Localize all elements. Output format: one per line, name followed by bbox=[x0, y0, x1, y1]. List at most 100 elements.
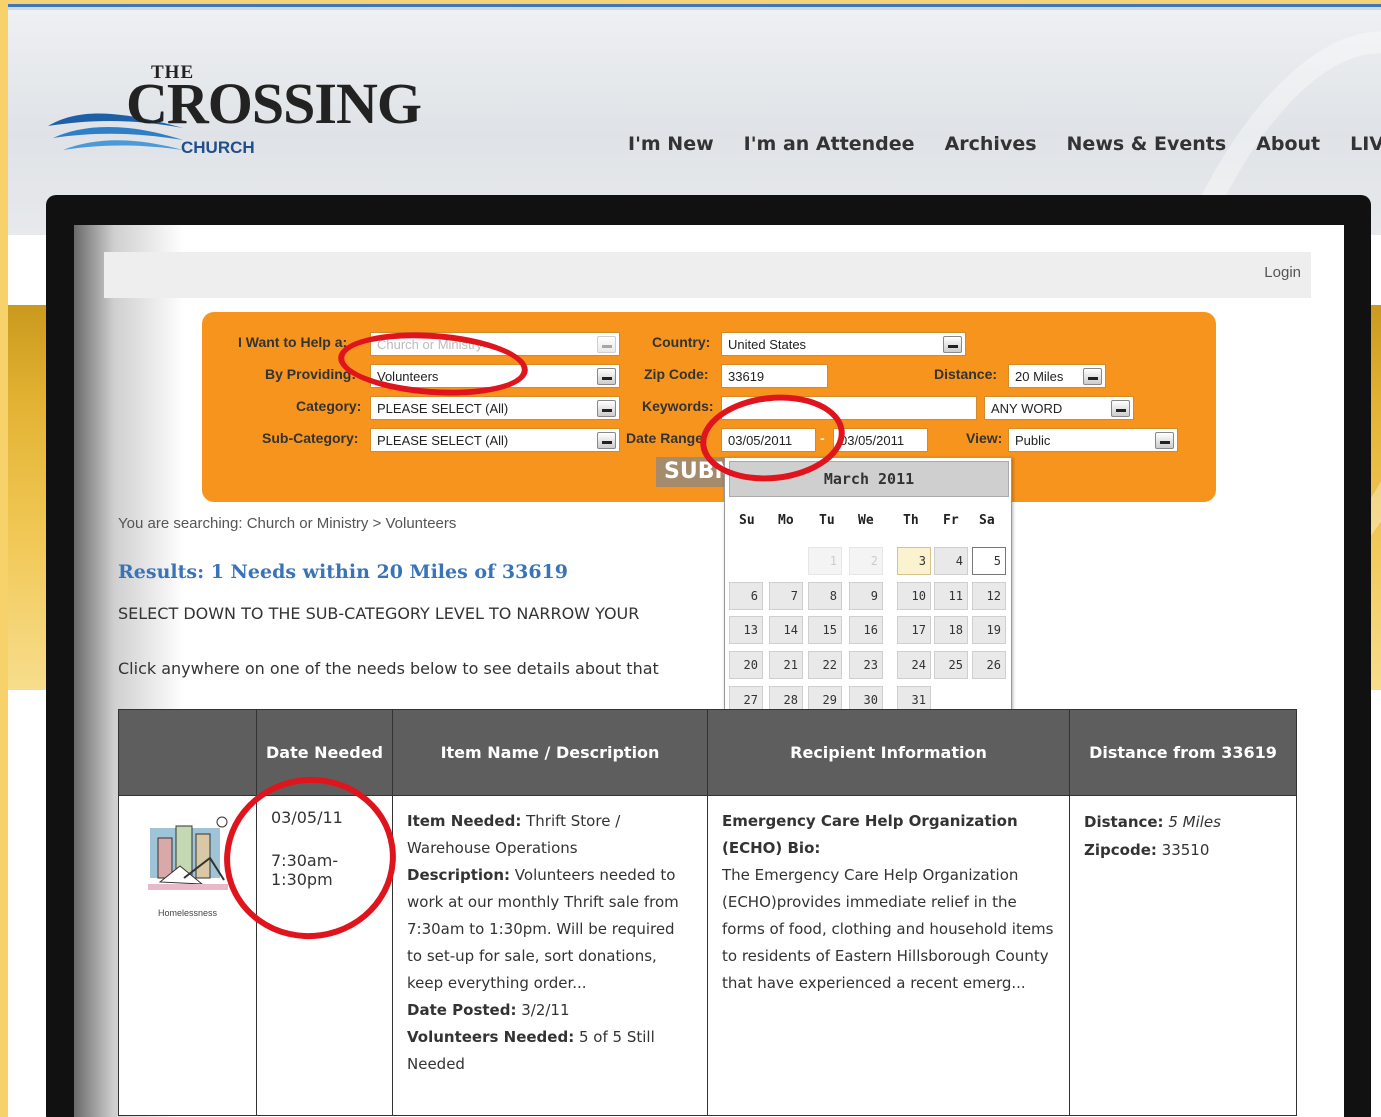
zipcode-label: Zipcode: bbox=[1084, 841, 1157, 859]
login-link[interactable]: Login bbox=[1264, 264, 1301, 281]
top-border bbox=[8, 0, 1381, 10]
narrow-instruction: SELECT DOWN TO THE SUB-CATEGORY LEVEL TO… bbox=[118, 604, 640, 623]
calendar-dow: We bbox=[858, 513, 874, 528]
item-cell[interactable]: Item Needed: Thrift Store / Warehouse Op… bbox=[392, 795, 708, 1116]
col-item: Item Name / Description bbox=[392, 709, 708, 796]
view-select[interactable]: Public bbox=[1008, 428, 1178, 452]
calendar-day[interactable]: 20 bbox=[729, 651, 763, 679]
calendar-day[interactable]: 17 bbox=[897, 616, 931, 644]
country-select[interactable]: United States bbox=[721, 332, 966, 356]
nav-about[interactable]: About bbox=[1256, 133, 1320, 155]
click-instruction: Click anywhere on one of the needs below… bbox=[118, 659, 659, 678]
calendar-day[interactable]: 22 bbox=[808, 651, 842, 679]
logo-church: CHURCH bbox=[181, 138, 255, 157]
col-image bbox=[118, 709, 257, 796]
description-value: Volunteers needed to work at our monthly… bbox=[407, 866, 679, 992]
keyword-mode-select[interactable]: ANY WORD bbox=[984, 396, 1134, 420]
subcategory-label: Sub-Category: bbox=[262, 430, 359, 446]
main-nav: I'm New I'm an Attendee Archives News & … bbox=[628, 133, 1381, 155]
description-label: Description: bbox=[407, 866, 511, 884]
calendar-dow: Sa bbox=[979, 513, 995, 528]
calendar-day[interactable]: 26 bbox=[972, 651, 1006, 679]
calendar-day[interactable]: 19 bbox=[972, 616, 1006, 644]
chevron-down-icon bbox=[597, 432, 616, 449]
country-value: United States bbox=[728, 337, 807, 352]
calendar-day[interactable]: 8 bbox=[808, 582, 842, 610]
distance-value: 20 Miles bbox=[1015, 369, 1064, 384]
subcategory-select[interactable]: PLEASE SELECT (All) bbox=[370, 428, 620, 452]
date-to-value: 03/05/2011 bbox=[840, 433, 905, 448]
calendar-dow: Fr bbox=[943, 513, 959, 528]
nav-attendee[interactable]: I'm an Attendee bbox=[744, 133, 915, 155]
calendar-day[interactable]: 21 bbox=[769, 651, 803, 679]
breadcrumb: You are searching: Church or Ministry > … bbox=[118, 515, 457, 532]
calendar-dow: Su bbox=[739, 513, 755, 528]
posted-value: 3/2/11 bbox=[521, 1001, 570, 1019]
category-label: Category: bbox=[296, 398, 362, 414]
calendar-day[interactable]: 10 bbox=[897, 582, 931, 610]
view-label: View: bbox=[966, 430, 1003, 446]
category-select[interactable]: PLEASE SELECT (All) bbox=[370, 396, 620, 420]
subcategory-value: PLEASE SELECT (All) bbox=[377, 433, 509, 448]
left-edge-bar bbox=[0, 0, 8, 1117]
login-bar: Login bbox=[104, 252, 1311, 298]
chevron-down-icon bbox=[1155, 432, 1174, 449]
calendar-day[interactable]: 23 bbox=[849, 651, 883, 679]
calendar-day[interactable]: 25 bbox=[934, 651, 968, 679]
calendar-day[interactable]: 1 bbox=[808, 547, 842, 575]
keywords-label: Keywords: bbox=[642, 398, 714, 414]
daterange-label: Date Range: bbox=[626, 430, 708, 446]
col-recipient: Recipient Information bbox=[707, 709, 1070, 796]
nav-live[interactable]: LIVE bbox=[1350, 133, 1381, 155]
calendar-day[interactable]: 3 bbox=[897, 547, 931, 575]
calendar-day[interactable]: 2 bbox=[849, 547, 883, 575]
item-label: Item Needed: bbox=[407, 812, 522, 830]
calendar-day[interactable]: 24 bbox=[897, 651, 931, 679]
volunteers-label: Volunteers Needed: bbox=[407, 1028, 575, 1046]
col-distance: Distance from 33619 bbox=[1069, 709, 1297, 796]
nav-archives[interactable]: Archives bbox=[945, 133, 1037, 155]
calendar-dow: Tu bbox=[819, 513, 835, 528]
posted-label: Date Posted: bbox=[407, 1001, 517, 1019]
calendar-dow: Mo bbox=[778, 513, 794, 528]
chevron-down-icon bbox=[1083, 368, 1102, 385]
calendar-day[interactable]: 6 bbox=[729, 582, 763, 610]
results-title: Results: 1 Needs within 20 Miles of 3361… bbox=[118, 561, 568, 583]
calendar-day[interactable]: 9 bbox=[849, 582, 883, 610]
calendar-day[interactable]: 16 bbox=[849, 616, 883, 644]
category-label: Homelessness bbox=[157, 908, 218, 918]
chevron-down-icon bbox=[943, 336, 962, 353]
recipient-cell[interactable]: Emergency Care Help Organization (ECHO) … bbox=[707, 795, 1070, 1116]
calendar-day[interactable]: 15 bbox=[808, 616, 842, 644]
org-name: Emergency Care Help Organization (ECHO) … bbox=[722, 812, 1018, 857]
zip-input[interactable]: 33619 bbox=[721, 364, 828, 388]
nav-im-new[interactable]: I'm New bbox=[628, 133, 714, 155]
calendar-day[interactable]: 14 bbox=[769, 616, 803, 644]
date-to-input[interactable]: 03/05/2011 bbox=[833, 428, 928, 452]
calendar-day[interactable]: 18 bbox=[934, 616, 968, 644]
calendar-day[interactable]: 4 bbox=[934, 547, 968, 575]
calendar-day[interactable]: 5 bbox=[972, 547, 1006, 575]
calendar-day[interactable]: 12 bbox=[972, 582, 1006, 610]
calendar-day[interactable]: 13 bbox=[729, 616, 763, 644]
calendar-dow: Th bbox=[903, 513, 919, 528]
chevron-down-icon bbox=[597, 336, 616, 353]
distance-label: Distance: bbox=[934, 366, 998, 382]
zip-label: Zip Code: bbox=[644, 366, 709, 382]
chevron-down-icon bbox=[1111, 400, 1130, 417]
distance-value: 5 Miles bbox=[1168, 813, 1221, 831]
help-label: I Want to Help a: bbox=[238, 334, 348, 350]
view-value: Public bbox=[1015, 433, 1051, 448]
chevron-down-icon bbox=[597, 400, 616, 417]
nav-news-events[interactable]: News & Events bbox=[1067, 133, 1227, 155]
calendar-day[interactable]: 7 bbox=[769, 582, 803, 610]
distance-label: Distance: bbox=[1084, 813, 1164, 831]
distance-select[interactable]: 20 Miles bbox=[1008, 364, 1106, 388]
site-logo[interactable]: THE CROSSING CHURCH bbox=[48, 58, 422, 168]
logo-crossing: CROSSING bbox=[126, 71, 422, 136]
calendar-day[interactable]: 11 bbox=[934, 582, 968, 610]
category-value: PLEASE SELECT (All) bbox=[377, 401, 509, 416]
distance-cell[interactable]: Distance: 5 Miles Zipcode: 33510 bbox=[1069, 795, 1297, 1116]
datepicker-popup: March 2011 Su Mo Tu We Th Fr Sa 12345678… bbox=[724, 457, 1012, 722]
chevron-down-icon bbox=[597, 368, 616, 385]
